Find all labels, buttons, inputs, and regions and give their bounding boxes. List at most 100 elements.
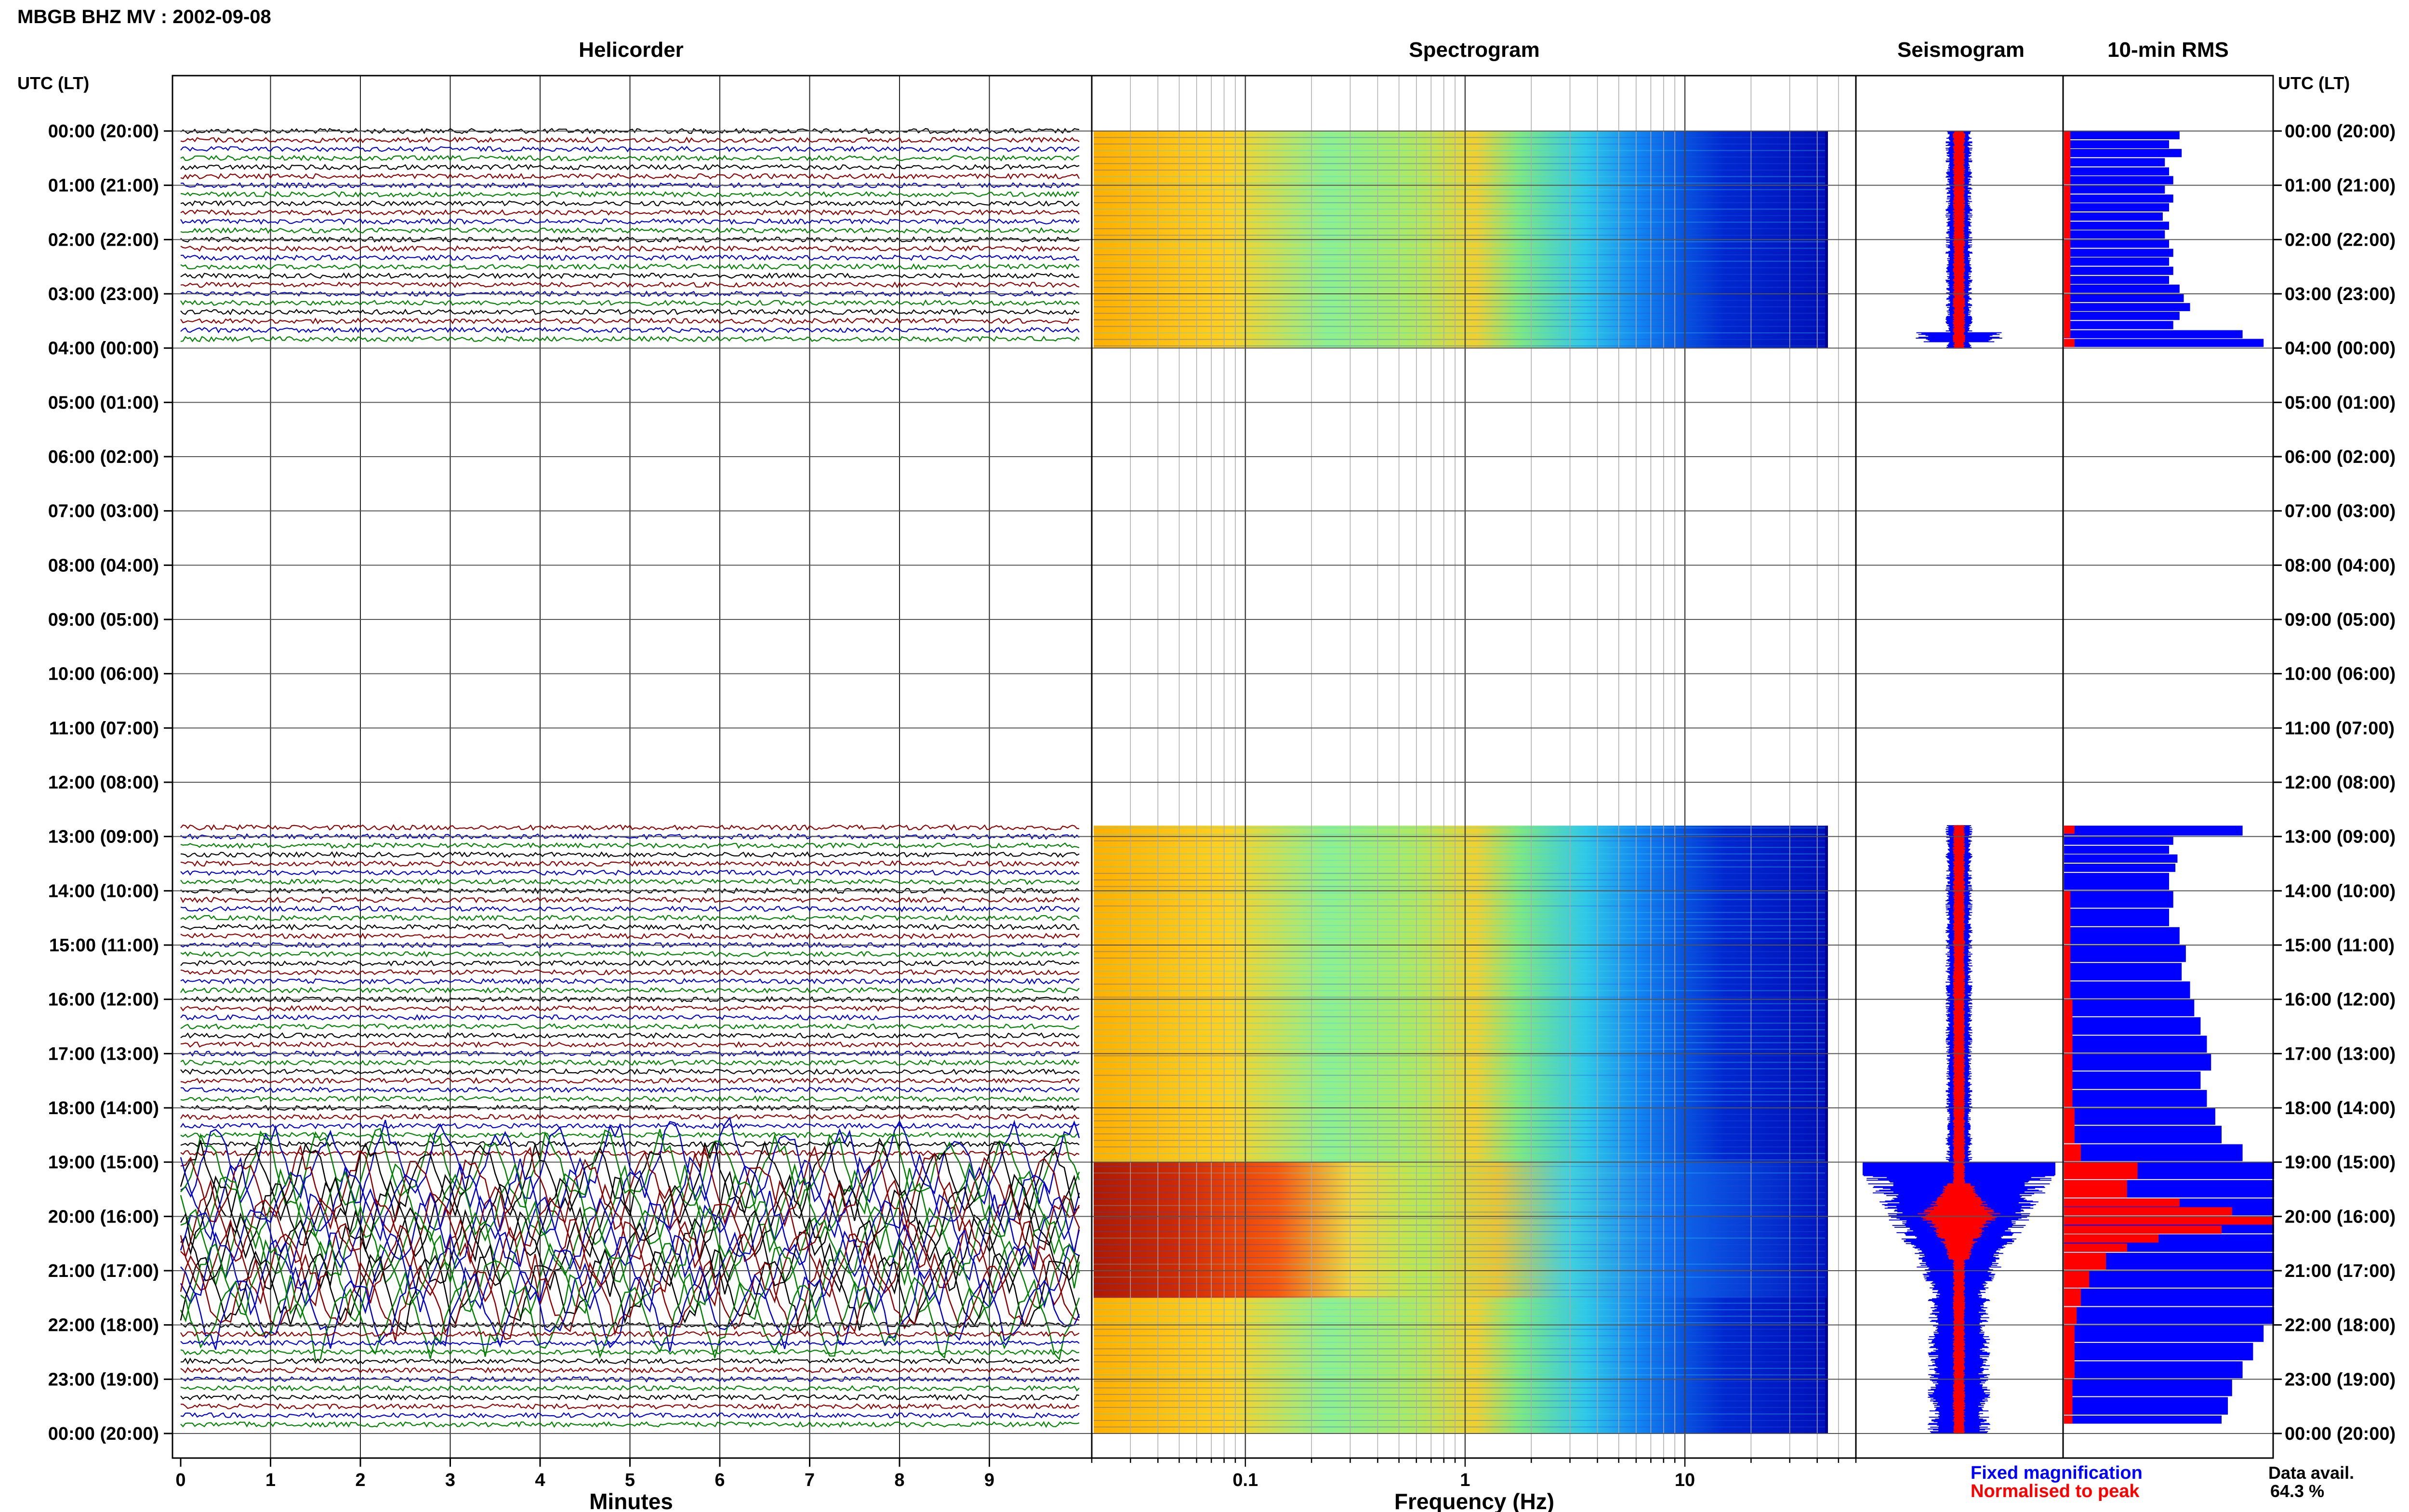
rms-bar <box>2064 873 2169 890</box>
rms-bar <box>2064 1144 2243 1161</box>
rms-bar <box>2064 222 2169 230</box>
rms-bar <box>2064 131 2180 140</box>
time-label: 17:00 (13:00) <box>2285 1044 2396 1064</box>
rms-bar <box>2064 1379 2073 1415</box>
x-tick-label: 1 <box>265 1470 276 1490</box>
time-label: 13:00 (09:00) <box>2285 827 2396 847</box>
rms-bar <box>2064 1288 2274 1306</box>
rms-bar <box>2064 167 2169 176</box>
rms-bar <box>2064 140 2169 148</box>
rms-bar <box>2064 891 2071 944</box>
x-tick-label: 2 <box>355 1470 365 1490</box>
rms-bar <box>2064 1415 2222 1424</box>
x-tick-label: 5 <box>625 1470 635 1490</box>
rms-bar <box>2064 158 2165 167</box>
time-label: 20:00 (16:00) <box>48 1207 159 1227</box>
rms-bar <box>2064 1271 2090 1288</box>
rms-bar <box>2064 1036 2207 1053</box>
spectrogram-edge <box>1825 826 1828 1433</box>
rms-bar <box>2064 185 2165 194</box>
rms-bars <box>2064 131 2274 1424</box>
time-label: 13:00 (09:00) <box>48 827 159 847</box>
time-label: 16:00 (12:00) <box>48 990 159 1010</box>
rms-bar <box>2064 963 2182 981</box>
rms-bar <box>2064 1216 2274 1225</box>
rms-bar <box>2064 339 2264 347</box>
utc-lt-label-right: UTC (LT) <box>2278 73 2350 93</box>
rms-bar <box>2064 294 2071 338</box>
time-labels-right: 00:00 (20:00) 01:00 (21:00) 02:00 (22:00) 0… <box>2285 121 2396 1444</box>
rms-bar <box>2064 854 2178 863</box>
x-tick-label: 3 <box>445 1470 455 1490</box>
rms-bar <box>2064 1243 2127 1252</box>
x-tick-label: 0.1 <box>1232 1470 1258 1490</box>
time-label: 16:00 (12:00) <box>2285 990 2396 1010</box>
rms-bar <box>2064 999 2195 1016</box>
time-label: 18:00 (14:00) <box>2285 1098 2396 1118</box>
x-tick-label: 6 <box>715 1470 725 1490</box>
rms-bar <box>2064 1307 2077 1324</box>
time-label: 05:00 (01:00) <box>2285 393 2396 413</box>
rms-bar <box>2064 891 2173 908</box>
rms-bar <box>2064 276 2169 284</box>
rms-bar <box>2064 321 2173 329</box>
rms-bar <box>2064 1307 2274 1324</box>
rms-bar <box>2064 176 2173 184</box>
time-label: 12:00 (08:00) <box>2285 773 2396 793</box>
data-avail-value: 64.3 % <box>2270 1481 2324 1501</box>
time-label: 07:00 (03:00) <box>2285 501 2396 522</box>
rms-bar <box>2064 1288 2081 1306</box>
utc-lt-label-left: UTC (LT) <box>17 73 89 93</box>
rms-bar <box>2064 1207 2232 1216</box>
rms-bar <box>2064 257 2169 266</box>
time-label: 14:00 (10:00) <box>48 881 159 901</box>
time-label: 19:00 (15:00) <box>48 1153 159 1173</box>
time-label: 21:00 (17:00) <box>48 1261 159 1281</box>
time-label: 11:00 (07:00) <box>2285 718 2395 738</box>
rms-bar <box>2064 1180 2127 1198</box>
time-label: 15:00 (11:00) <box>2285 935 2395 956</box>
rms-bar <box>2064 945 2186 962</box>
rms-bar <box>2064 945 2071 999</box>
legend-fixed-magnification: Fixed magnification <box>1971 1463 2143 1483</box>
rms-bar <box>2064 339 2075 347</box>
rms-bar <box>2064 185 2071 239</box>
time-label: 07:00 (03:00) <box>48 501 159 522</box>
time-label: 18:00 (14:00) <box>48 1098 159 1118</box>
figure-canvas: MBGB BHZ MV : 2002-09-08 Helicorder Spec… <box>17 6 2396 1512</box>
time-label: 03:00 (23:00) <box>48 284 159 304</box>
x-tick-label: 1 <box>1460 1470 1470 1490</box>
time-label: 02:00 (22:00) <box>2285 230 2396 250</box>
rms-bar <box>2064 826 2243 836</box>
rms-title: 10-min RMS <box>2107 38 2229 62</box>
rms-bar <box>2064 1144 2081 1161</box>
rms-bar <box>2064 239 2071 293</box>
seismic-summary-figure: MBGB BHZ MV : 2002-09-08 Helicorder Spec… <box>0 0 2409 1512</box>
rms-bar <box>2064 1325 2075 1379</box>
time-label: 00:00 (20:00) <box>2285 1424 2396 1444</box>
time-label: 10:00 (06:00) <box>2285 664 2396 684</box>
rms-bar <box>2064 1108 2075 1144</box>
rms-bar <box>2064 194 2173 203</box>
helicorder-x-ticks: 0 1 2 3 4 5 6 7 8 9 <box>175 1458 994 1490</box>
x-tick-label: 4 <box>535 1470 545 1490</box>
rms-bar <box>2064 1415 2073 1424</box>
rms-bar <box>2064 1325 2264 1342</box>
rms-bar <box>2064 1225 2222 1234</box>
rms-bar <box>2064 1053 2073 1107</box>
helicorder-frame <box>172 75 1093 1459</box>
helicorder-title: Helicorder <box>579 38 684 62</box>
time-label: 17:00 (13:00) <box>48 1044 159 1064</box>
rms-bar <box>2064 212 2163 221</box>
rms-bar <box>2064 1342 2253 1361</box>
x-tick-label: 8 <box>894 1470 904 1490</box>
rms-bar <box>2064 1090 2207 1107</box>
rms-bar <box>2064 149 2182 158</box>
spectrogram-x-ticks: 0.1 1 10 <box>1091 1458 1857 1490</box>
time-label: 00:00 (20:00) <box>48 121 159 142</box>
rms-bar <box>2064 284 2180 293</box>
time-label: 15:00 (11:00) <box>49 935 159 956</box>
rms-bar <box>2064 1108 2215 1125</box>
helicorder-x-axis-title: Minutes <box>589 1489 673 1512</box>
time-label: 23:00 (19:00) <box>2285 1369 2396 1390</box>
